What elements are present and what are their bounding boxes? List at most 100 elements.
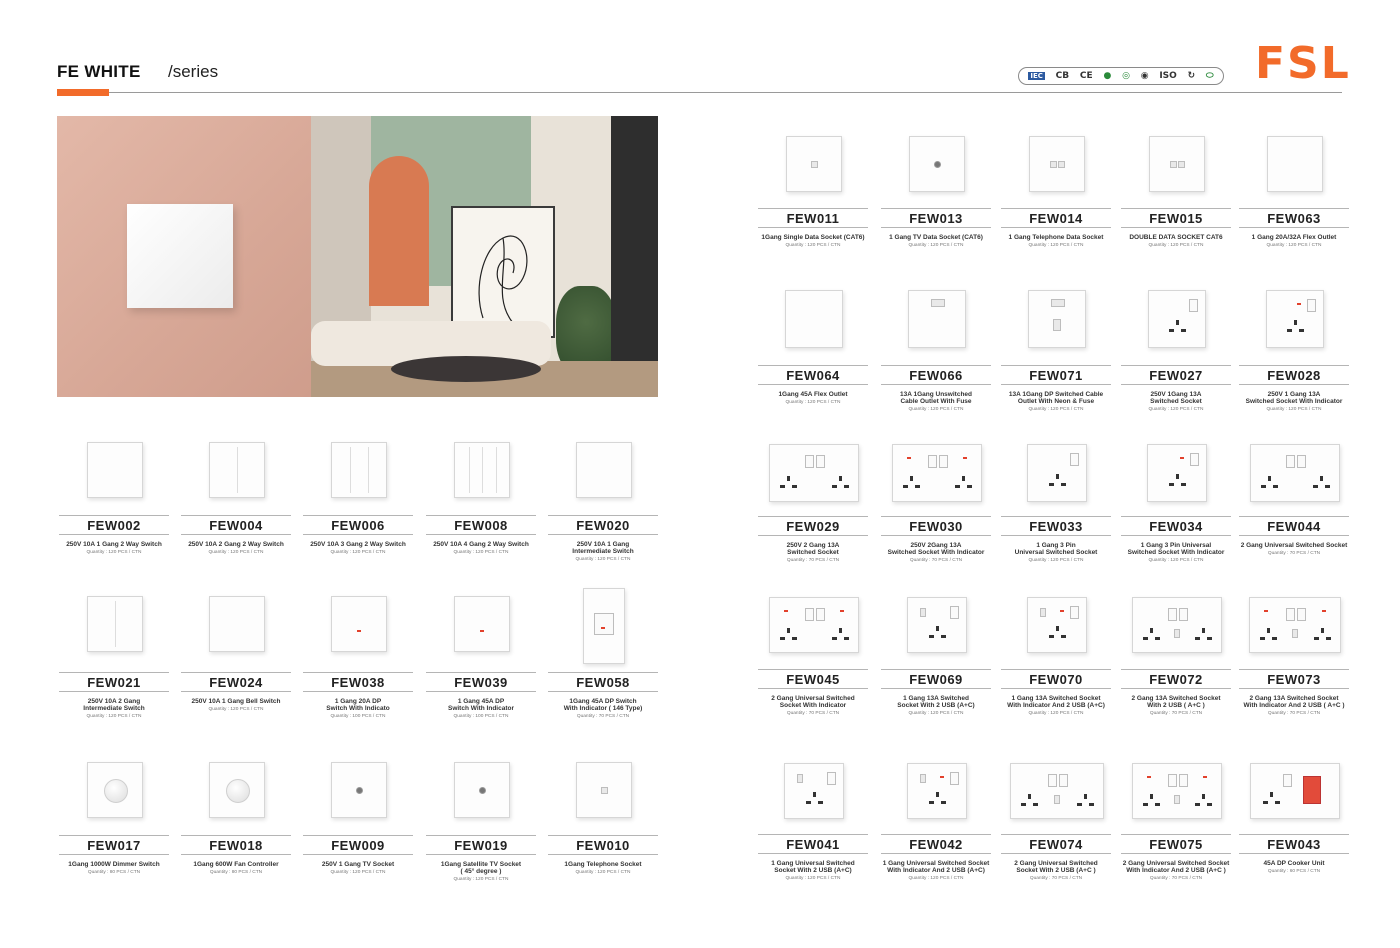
cooker-switch [1303, 776, 1321, 804]
product-image [87, 762, 143, 818]
socket-pin [1155, 637, 1160, 640]
product-code: FEW070 [1029, 672, 1083, 687]
product-image [1267, 136, 1323, 192]
product-quantity: Quantity : 70 PCS / CTN [786, 711, 840, 716]
switch-rocker [1189, 299, 1198, 312]
divider [1001, 535, 1111, 536]
divider [881, 853, 991, 854]
product-code: FEW038 [331, 675, 385, 690]
product-description: 250V 2Gang 13A Switched Socket With Indi… [887, 542, 985, 557]
product-quantity: Quantity : 120 PCS / CTN [1148, 558, 1204, 563]
divider [881, 516, 991, 517]
product-description: 1 Gang Universal Switched Socket With In… [882, 860, 990, 875]
divider [548, 691, 658, 692]
indicator-light [1147, 776, 1151, 778]
indicator-light [1203, 776, 1207, 778]
divider [1239, 384, 1349, 385]
socket-pin [929, 635, 934, 638]
product-code: FEW019 [454, 838, 508, 853]
socket-pin [1268, 476, 1271, 481]
divider [1121, 669, 1231, 670]
product-quantity: Quantity : 120 PCS / CTN [908, 242, 964, 248]
product-description: 1Gang Satellite TV Socket ( 45° degree ) [440, 861, 522, 876]
product-image [583, 588, 625, 664]
dial-knob [104, 779, 128, 803]
switch-rocker [827, 772, 836, 785]
product-image [454, 596, 510, 652]
product-image [1250, 444, 1340, 502]
product-description: 250V 10A 1 Gang Intermediate Switch [572, 541, 634, 556]
product-quantity: Quantity : 120 PCS / CTN [330, 549, 386, 555]
fuse-holder [931, 299, 945, 307]
product-quantity: Quantity : 70 PCS / CTN [786, 558, 840, 563]
product-code: FEW014 [1029, 211, 1083, 226]
divider [1121, 688, 1231, 689]
divider [758, 834, 868, 835]
socket-pin [1275, 801, 1280, 804]
divider [758, 535, 868, 536]
divider [1001, 384, 1111, 385]
socket-pin [941, 801, 946, 804]
product-description: 1Gang 45A DP Switch With Indicator ( 146… [563, 698, 643, 713]
socket-pin [813, 792, 816, 797]
socket-pin [1181, 329, 1186, 332]
socket-pin [1049, 635, 1054, 638]
product-description: 1 Gang Telephone Data Socket [1008, 234, 1104, 241]
product-image [454, 762, 510, 818]
indicator-light [1180, 457, 1184, 459]
indicator-light [1060, 610, 1064, 612]
indicator-light [357, 630, 361, 632]
socket-pin [780, 637, 785, 640]
product-image [209, 762, 265, 818]
product-code: FEW074 [1029, 837, 1083, 852]
product-quantity: Quantity : 100 PCS / CTN [330, 714, 386, 719]
product-image [769, 597, 859, 653]
product-quantity: Quantity : 70 PCS / CTN [1267, 711, 1321, 716]
product-image [576, 762, 632, 818]
header-divider [109, 92, 1342, 93]
product-quantity: Quantity : 70 PCS / CTN [1267, 550, 1321, 556]
socket-pin [1056, 626, 1059, 631]
product-quantity: Quantity : 80 PCS / CTN [87, 869, 141, 875]
socket-pin [1176, 474, 1179, 479]
switch-rocker [805, 608, 814, 621]
product-code: FEW011 [786, 211, 840, 226]
divider [758, 227, 868, 228]
indicator-light [1297, 303, 1301, 305]
product-image [454, 442, 510, 498]
product-code: FEW034 [1149, 519, 1203, 534]
socket-pin [832, 485, 837, 488]
divider [758, 853, 868, 854]
product-description: 250V 10A 3 Gang 2 Way Switch [310, 541, 406, 548]
product-description: 13A 1Gang Unswitched Cable Outlet With F… [900, 391, 972, 406]
header-accent-bar [57, 89, 109, 96]
switch-rocker [1286, 608, 1295, 621]
socket-pin [839, 476, 842, 481]
data-port [1178, 161, 1185, 168]
socket-pin [1314, 637, 1319, 640]
socket-pin [1260, 637, 1265, 640]
product-image [331, 762, 387, 818]
product-quantity: Quantity : 120 PCS / CTN [908, 407, 964, 412]
product-image [1010, 763, 1104, 819]
socket-pin [1169, 483, 1174, 486]
product-code: FEW075 [1149, 837, 1203, 852]
cb-cert-icon: CB [1055, 71, 1070, 81]
socket-pin [1181, 483, 1186, 486]
socket-pin [844, 637, 849, 640]
divider [1239, 853, 1349, 854]
product-description: 1Gang Telephone Socket [564, 861, 642, 868]
product-description: 2 Gang 13A Switched Socket With Indicato… [1243, 695, 1345, 710]
usb-port [1054, 795, 1060, 804]
switch-rocker [816, 608, 825, 621]
product-code: FEW004 [209, 518, 263, 533]
product-code: FEW009 [331, 838, 385, 853]
product-description: 13A 1Gang DP Switched Cable Outlet With … [1008, 391, 1104, 406]
product-code: FEW002 [87, 518, 141, 533]
product-description: 250V 2 Gang 13A Switched Socket [786, 542, 840, 557]
usb-port [1174, 795, 1180, 804]
product-quantity: Quantity : 120 PCS / CTN [785, 242, 841, 248]
socket-pin [1155, 803, 1160, 806]
divider [881, 535, 991, 536]
coax-port [479, 787, 486, 794]
